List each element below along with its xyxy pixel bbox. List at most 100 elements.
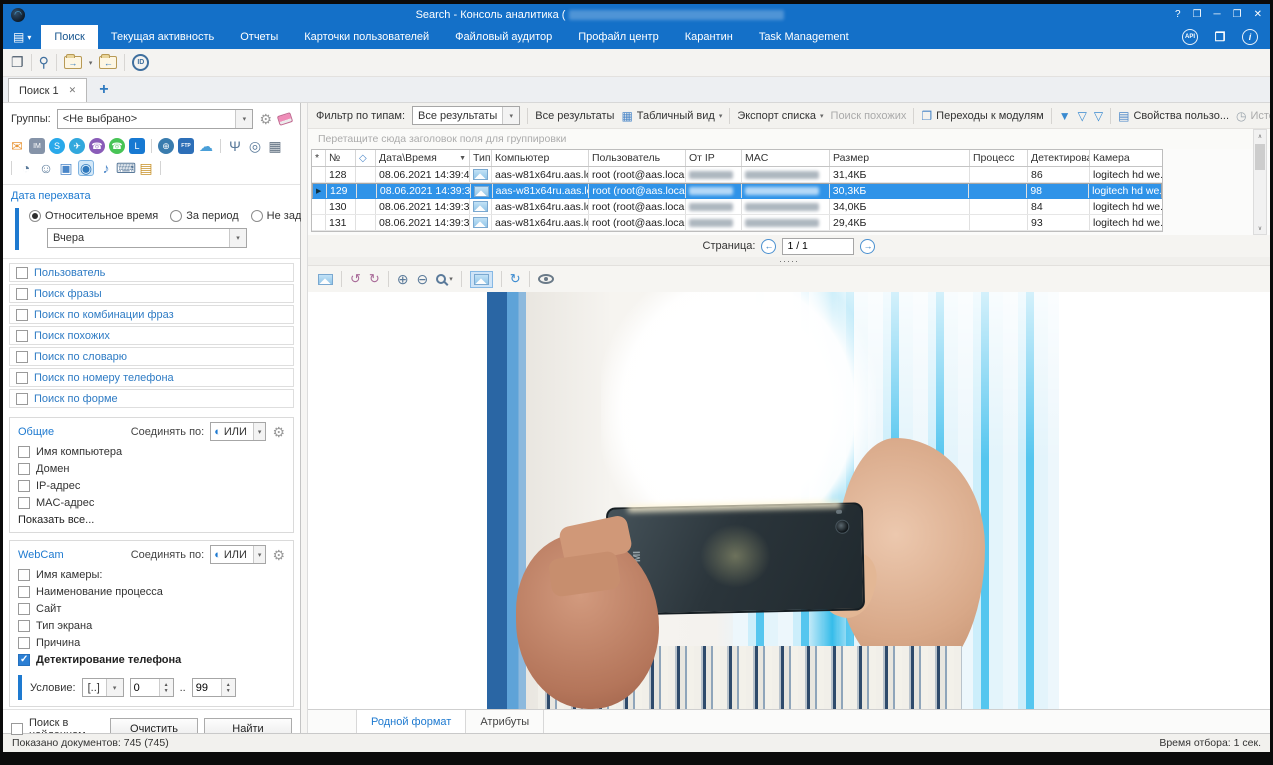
checkbox[interactable] xyxy=(16,267,28,279)
prev-page-icon[interactable]: ← xyxy=(761,239,776,254)
checkbox[interactable] xyxy=(18,620,30,632)
table-row-selected[interactable]: ▶ 129 08.06.2021 14:39:38 aas-w81x64ru.a… xyxy=(312,183,1162,199)
filter-row-phrase-combo[interactable]: Поиск по комбинации фраз xyxy=(9,305,294,324)
range-to-input[interactable] xyxy=(193,679,221,696)
skype-icon[interactable]: S xyxy=(49,138,65,154)
all-results-button[interactable]: Все результаты xyxy=(535,110,614,122)
checkbox[interactable] xyxy=(18,569,30,581)
scroll-down-icon[interactable]: ∨ xyxy=(1258,222,1262,234)
column-filetype[interactable]: Тип фа xyxy=(470,150,492,166)
printer-icon[interactable]: ▦ xyxy=(267,138,283,154)
filter-row-user[interactable]: Пользователь xyxy=(9,263,294,282)
ftp-icon[interactable]: FTP xyxy=(178,138,194,154)
checkbox[interactable] xyxy=(16,393,28,405)
condition-operator-select[interactable]: [..] ▾ xyxy=(82,678,124,697)
gear-icon[interactable]: ⚙ xyxy=(259,112,272,126)
chevron-down-icon[interactable]: ▾ xyxy=(89,59,93,67)
usb-icon[interactable]: Ψ xyxy=(227,138,243,154)
period-select[interactable]: Вчера ▾ xyxy=(47,228,247,248)
user-search-icon[interactable]: ⚲ xyxy=(39,54,49,71)
join-operator-select[interactable]: ◐ ИЛИ ▾ xyxy=(210,422,266,441)
rotate-left-icon[interactable]: ↺ xyxy=(350,271,361,287)
menu-tab-search[interactable]: Поиск xyxy=(41,25,97,49)
export-search-icon[interactable]: → xyxy=(64,56,82,69)
close-button[interactable]: ✕ xyxy=(1254,9,1262,20)
help-button[interactable]: ? xyxy=(1175,9,1181,20)
range-to-stepper[interactable]: ▲▼ xyxy=(192,678,236,697)
monitor-icon[interactable]: ▣ xyxy=(58,160,74,176)
go-to-modules-button[interactable]: ❐ Переходы к модулям xyxy=(921,109,1043,123)
radio-not-set[interactable] xyxy=(251,210,263,222)
user-properties-button[interactable]: ▤ Свойства пользо... xyxy=(1118,109,1229,123)
filter-funnel-icon[interactable]: ▼ xyxy=(1059,109,1071,123)
next-page-icon[interactable]: → xyxy=(860,239,875,254)
checkbox[interactable] xyxy=(16,372,28,384)
column-mac[interactable]: MAC xyxy=(742,150,830,166)
telegram-icon[interactable]: ✈ xyxy=(69,138,85,154)
tab-search-1[interactable]: Поиск 1 ✕ xyxy=(8,78,87,102)
import-search-icon[interactable]: ← xyxy=(99,56,117,69)
menu-tab-reports[interactable]: Отчеты xyxy=(227,25,291,49)
menu-tab-current-activity[interactable]: Текущая активность xyxy=(98,25,227,49)
menu-tab-file-auditor[interactable]: Файловый аудитор xyxy=(442,25,565,49)
api-icon[interactable]: API xyxy=(1182,29,1198,45)
clock-icon[interactable]: ◔ xyxy=(18,160,34,176)
column-size[interactable]: Размер xyxy=(830,150,970,166)
filter-type-select[interactable]: Все результаты ▾ xyxy=(412,106,520,125)
keyboard-icon[interactable]: ⌨ xyxy=(118,160,134,176)
cascade-windows-icon[interactable]: ❐ xyxy=(11,54,24,71)
column-from-ip[interactable]: От IP xyxy=(686,150,742,166)
checkbox[interactable] xyxy=(18,480,30,492)
app-menu-button[interactable]: ▤ ▾ xyxy=(3,25,41,49)
table-row[interactable]: 128 08.06.2021 14:39:41 aas-w81x64ru.aas… xyxy=(312,167,1162,183)
scroll-up-icon[interactable]: ∧ xyxy=(1258,130,1262,142)
search-by-id-icon[interactable]: ID xyxy=(132,54,149,71)
column-user[interactable]: Пользователь xyxy=(589,150,686,166)
add-tab-button[interactable]: + xyxy=(87,81,120,99)
folder-files-icon[interactable]: ▤ xyxy=(138,160,154,176)
filter-row-phone-number[interactable]: Поиск по номеру телефона xyxy=(9,368,294,387)
checkbox[interactable] xyxy=(18,637,30,649)
http-icon[interactable]: ⊕ xyxy=(158,138,174,154)
table-scrollbar[interactable]: ∧ ∨ xyxy=(1253,129,1267,235)
device-search-icon[interactable]: ◎ xyxy=(247,138,263,154)
zoom-out-icon[interactable]: ⊖ xyxy=(417,271,429,288)
gear-icon[interactable]: ⚙ xyxy=(272,425,285,439)
groups-select[interactable]: <Не выбрано> ▾ xyxy=(57,109,254,129)
join-operator-select[interactable]: ◐ ИЛИ ▾ xyxy=(210,545,266,564)
checkbox[interactable] xyxy=(18,463,30,475)
splitter-handle[interactable]: ····· xyxy=(308,257,1270,266)
filter-row-form[interactable]: Поиск по форме xyxy=(9,389,294,408)
webcam-photo[interactable]: MI xyxy=(487,292,1059,709)
search-in-found-checkbox[interactable] xyxy=(11,723,23,735)
pin-window-button[interactable]: ❒ xyxy=(1193,9,1202,20)
group-by-dropzone[interactable]: Перетащите сюда заголовок поля для групп… xyxy=(308,129,1270,149)
stepper-arrows-icon[interactable]: ▲▼ xyxy=(159,679,173,696)
minimize-button[interactable]: ─ xyxy=(1214,9,1221,20)
show-all-link[interactable]: Показать все... xyxy=(18,514,285,526)
filter-row-phrase[interactable]: Поиск фразы xyxy=(9,284,294,303)
table-row[interactable]: 130 08.06.2021 14:39:36 aas-w81x64ru.aas… xyxy=(312,199,1162,215)
checkbox[interactable] xyxy=(16,351,28,363)
user-activity-icon[interactable]: ☺ xyxy=(38,160,54,176)
im-icon[interactable]: IM xyxy=(29,138,45,154)
column-num[interactable]: № xyxy=(326,150,356,166)
tag-icon[interactable]: ◇ xyxy=(359,153,367,164)
tab-native-format[interactable]: Родной формат xyxy=(356,710,466,733)
package-icon[interactable]: ❒ xyxy=(1212,29,1228,45)
tab-attributes[interactable]: Атрибуты xyxy=(466,710,544,733)
refresh-icon[interactable]: ↻ xyxy=(510,271,521,287)
checkbox[interactable] xyxy=(16,309,28,321)
column-process[interactable]: Процесс xyxy=(970,150,1028,166)
restore-button[interactable]: ❐ xyxy=(1233,9,1242,20)
range-from-input[interactable] xyxy=(131,679,159,696)
checkbox-checked[interactable] xyxy=(18,654,30,666)
stepper-arrows-icon[interactable]: ▲▼ xyxy=(221,679,235,696)
webcam-reason[interactable]: Причина xyxy=(18,637,285,649)
checkbox[interactable] xyxy=(18,603,30,615)
zoom-level-button[interactable]: ▾ xyxy=(436,274,453,284)
scrollbar-thumb[interactable] xyxy=(1255,144,1265,170)
info-icon[interactable]: i xyxy=(1242,29,1258,45)
save-image-icon[interactable] xyxy=(318,274,333,285)
checkbox[interactable] xyxy=(18,586,30,598)
